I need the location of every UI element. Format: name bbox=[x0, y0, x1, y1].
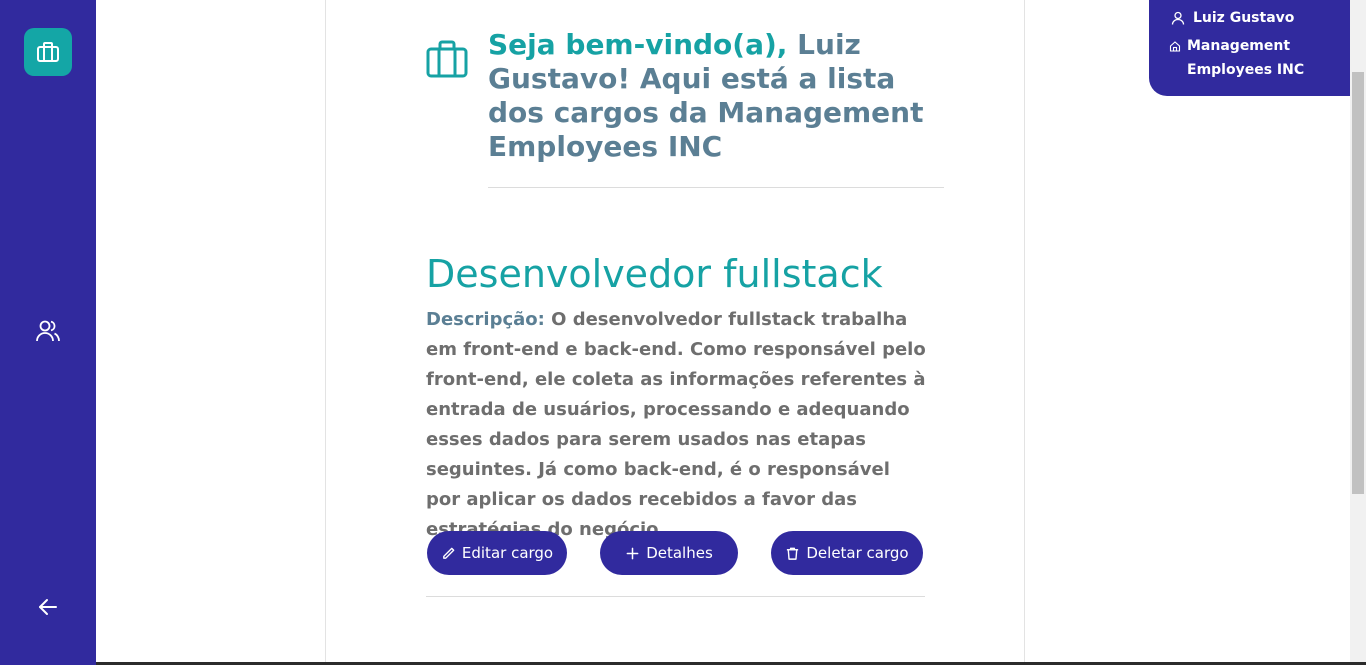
details-label: Detalhes bbox=[646, 544, 713, 562]
divider bbox=[488, 187, 944, 188]
plus-icon bbox=[626, 547, 639, 559]
company-info: Management Employees INC bbox=[1169, 34, 1327, 82]
divider bbox=[426, 596, 925, 597]
greeting-prefix: Seja bem-vindo(a), bbox=[488, 28, 788, 61]
sidebar-item-users[interactable] bbox=[35, 318, 61, 344]
delete-job-button[interactable]: Deletar cargo bbox=[771, 531, 923, 575]
details-button[interactable]: Detalhes bbox=[600, 531, 738, 575]
arrow-left-icon bbox=[39, 599, 57, 615]
sidebar-item-cargos[interactable] bbox=[24, 28, 72, 76]
company-name: Management Employees INC bbox=[1187, 38, 1305, 78]
users-icon bbox=[36, 320, 60, 342]
building-icon bbox=[1169, 41, 1181, 52]
edit-job-label: Editar cargo bbox=[461, 544, 554, 562]
delete-job-label: Deletar cargo bbox=[806, 544, 909, 562]
pencil-icon bbox=[443, 547, 455, 559]
sidebar-back-button[interactable] bbox=[37, 596, 59, 618]
job-description: Descripção: O desenvolvedor fullstack tr… bbox=[426, 305, 926, 545]
edit-job-button[interactable]: Editar cargo bbox=[427, 531, 567, 575]
briefcase-icon bbox=[426, 40, 468, 78]
scroll-thumb[interactable] bbox=[1352, 72, 1364, 494]
job-title: Desenvolvedor fullstack bbox=[426, 252, 883, 296]
description-text: O desenvolvedor fullstack trabalha em fr… bbox=[426, 309, 926, 540]
trash-icon bbox=[787, 547, 799, 560]
user-icon bbox=[1171, 11, 1185, 25]
sidebar bbox=[0, 0, 96, 665]
scrollbar[interactable] bbox=[1350, 0, 1366, 665]
user-panel: Luiz Gustavo Management Employees INC bbox=[1149, 0, 1350, 96]
user-name: Luiz Gustavo bbox=[1193, 10, 1295, 26]
page-title: Seja bem-vindo(a), Luiz Gustavo! Aqui es… bbox=[488, 28, 948, 164]
description-label: Descripção: bbox=[426, 309, 545, 330]
briefcase-icon bbox=[37, 42, 59, 62]
user-info: Luiz Gustavo bbox=[1171, 8, 1294, 28]
